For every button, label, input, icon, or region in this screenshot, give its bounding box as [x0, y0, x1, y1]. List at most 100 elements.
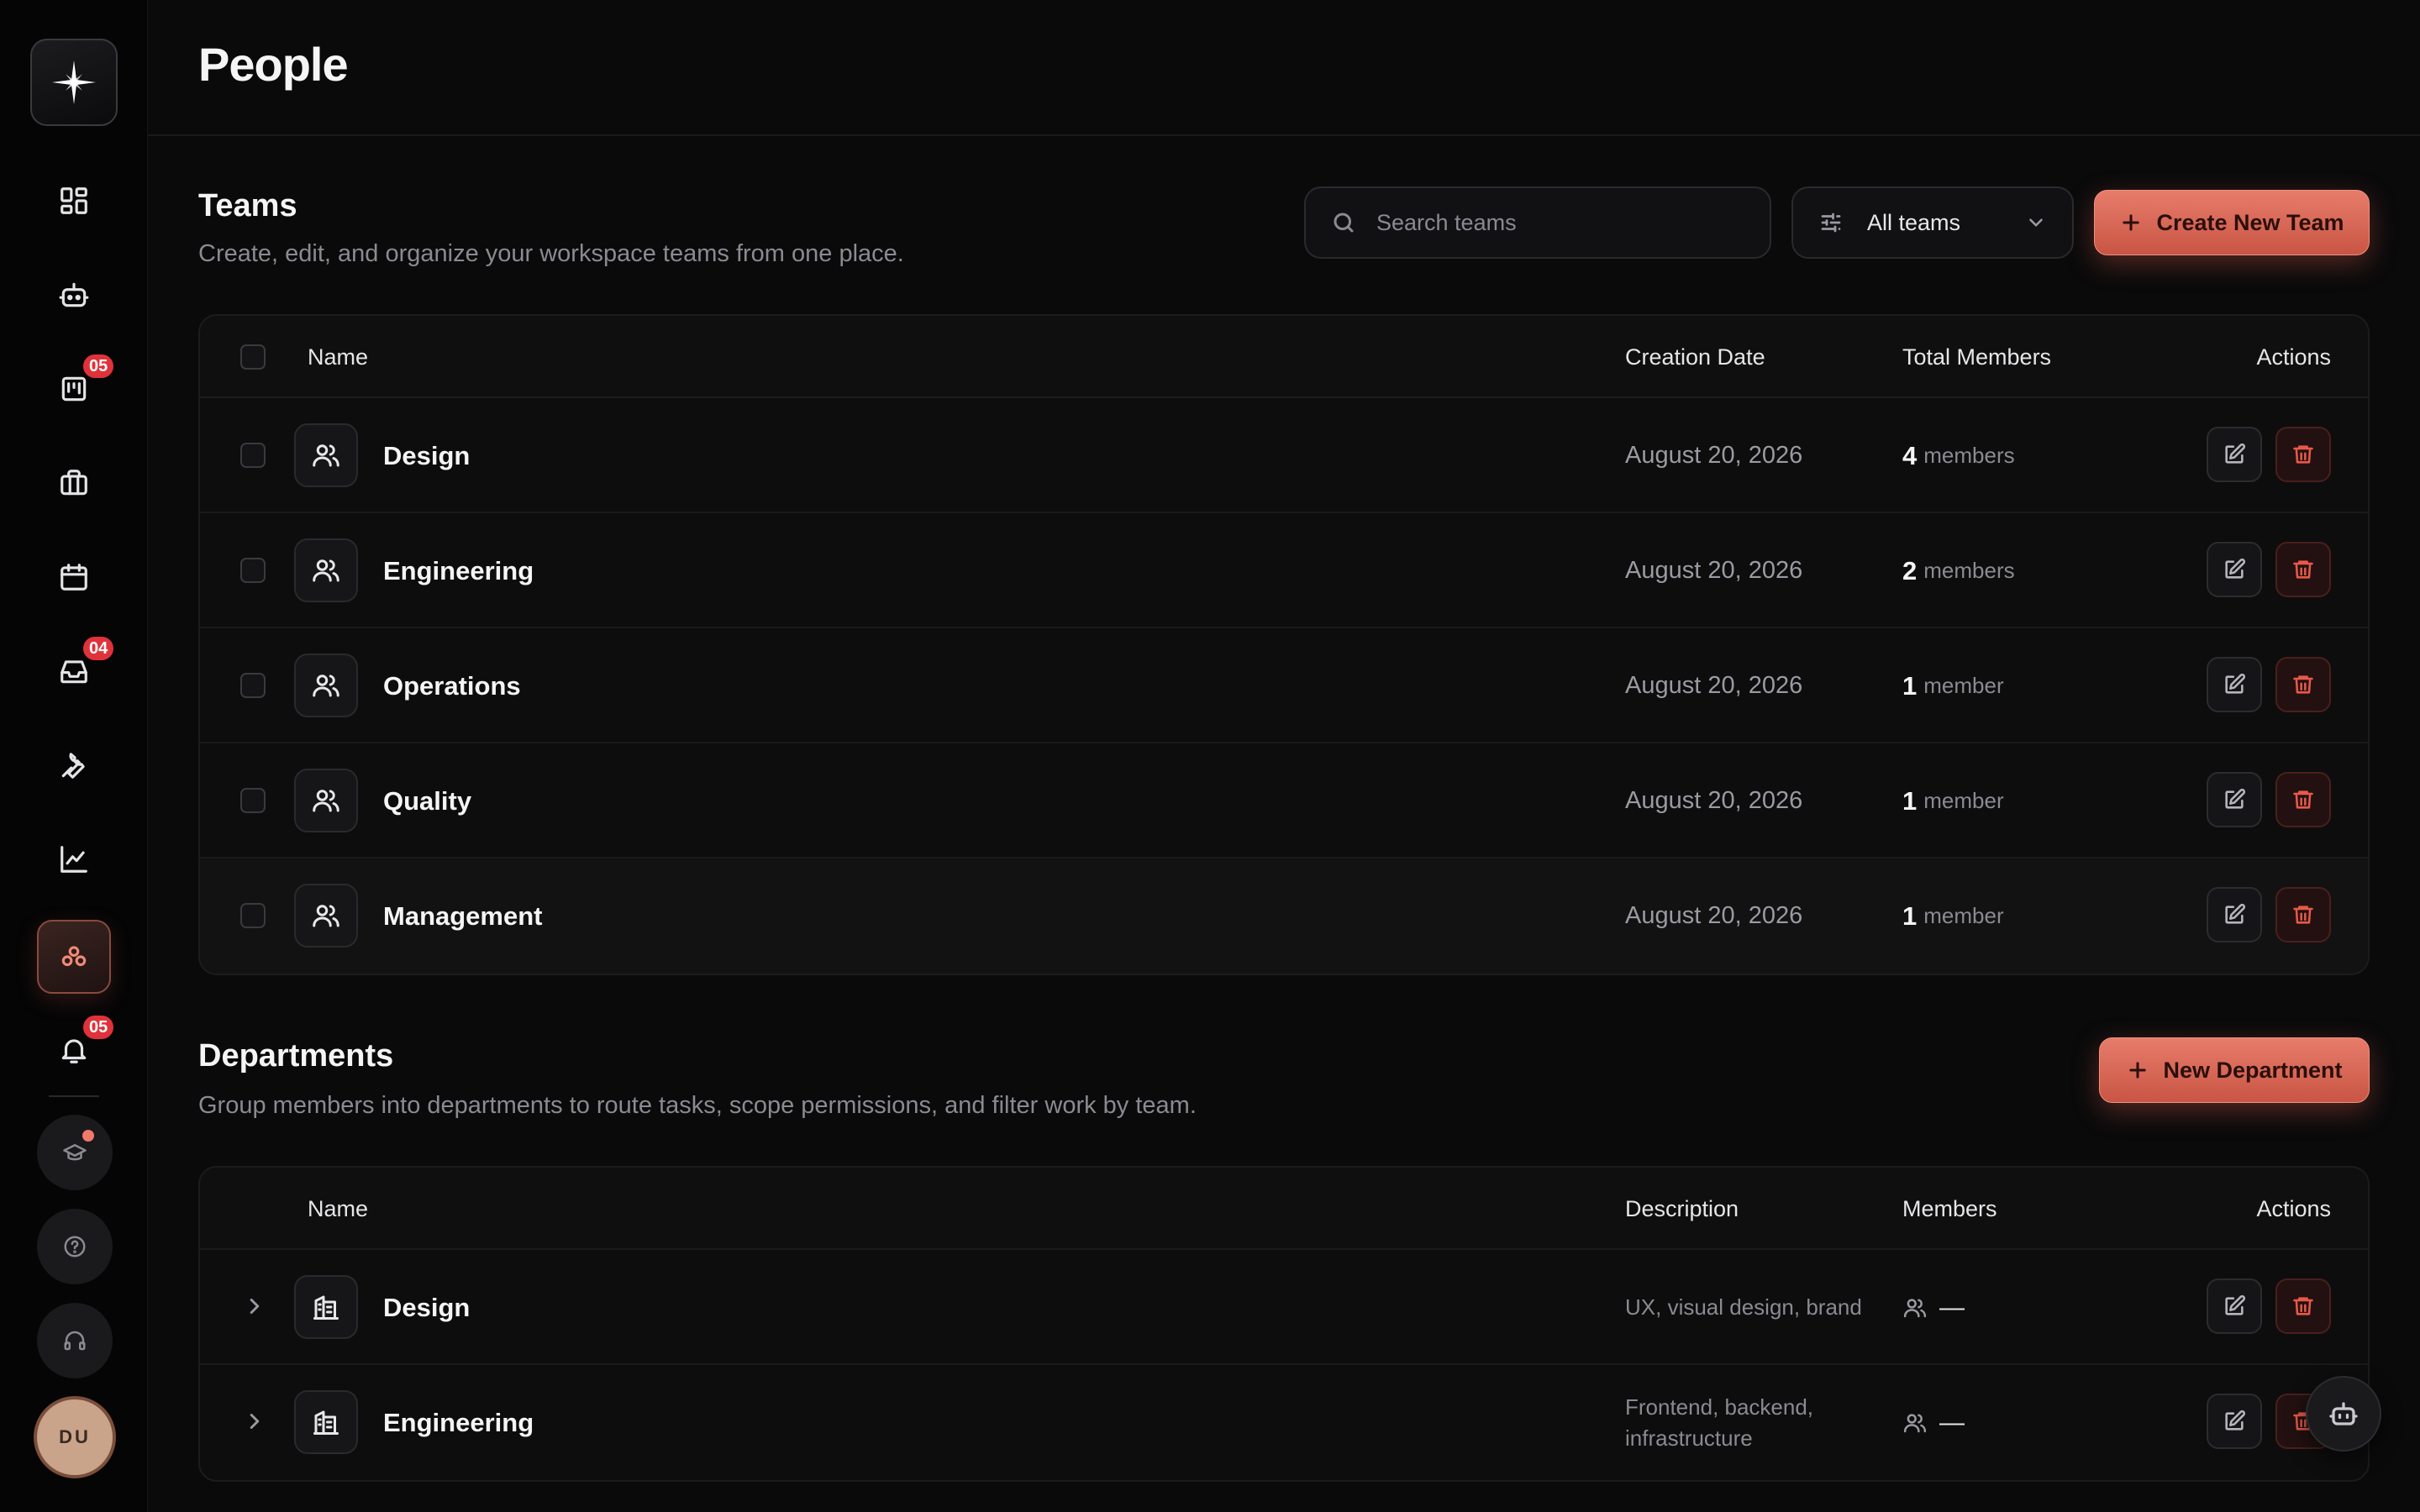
edit-button[interactable]: [2207, 1278, 2262, 1334]
creation-date: August 20, 2026: [1625, 442, 1803, 469]
departments-rows: Design UX, visual design, brand — Engineeri…: [200, 1250, 2368, 1480]
team-filter-select[interactable]: All teams: [1791, 186, 2074, 259]
sidebar-divider: [49, 1095, 99, 1097]
board-icon: [61, 376, 87, 402]
expand-toggle[interactable]: [242, 1294, 267, 1319]
members-icon: [1903, 1413, 1927, 1432]
department-members: —: [1902, 1250, 1965, 1365]
wrench-icon: [61, 753, 85, 779]
delete-button[interactable]: [2275, 772, 2331, 827]
team-name[interactable]: Operations: [383, 628, 521, 743]
sidebar-item-tools[interactable]: [37, 728, 111, 802]
member-count: 1 member: [1902, 743, 2004, 858]
sidebar-item-calendar[interactable]: [37, 540, 111, 614]
column-actions: Actions: [2256, 1195, 2331, 1221]
chart-icon: [60, 846, 87, 873]
sidebar-item-inbox[interactable]: 04: [37, 634, 117, 708]
team-name[interactable]: Design: [383, 398, 470, 513]
team-avatar: [294, 423, 358, 487]
users-icon: [313, 444, 339, 467]
row-checkbox[interactable]: [240, 903, 266, 928]
create-team-button[interactable]: Create New Team: [2094, 190, 2370, 255]
assistant-fab[interactable]: [2306, 1376, 2381, 1452]
edit-icon: [2225, 1410, 2246, 1431]
search-placeholder: Search teams: [1376, 209, 1517, 235]
new-department-button[interactable]: New Department: [2099, 1037, 2370, 1103]
member-count-number: 2: [1902, 555, 1918, 585]
sidebar-item-dashboard[interactable]: [37, 164, 111, 238]
department-name[interactable]: Engineering: [383, 1365, 534, 1480]
app-logo[interactable]: [30, 39, 118, 126]
sidebar-item-people[interactable]: [37, 920, 111, 994]
edit-button[interactable]: [2207, 887, 2262, 942]
team-avatar: [294, 884, 358, 948]
member-count: 1 member: [1902, 858, 2004, 974]
sidebar-item-board[interactable]: 05: [37, 352, 117, 426]
member-count-number: 4: [1902, 440, 1918, 470]
dashboard-icon: [60, 187, 87, 214]
new-department-label: New Department: [2163, 1057, 2343, 1083]
column-members: Members: [1902, 1195, 1997, 1221]
delete-button[interactable]: [2275, 657, 2331, 712]
column-actions: Actions: [2256, 344, 2331, 370]
team-name[interactable]: Quality: [383, 743, 471, 858]
delete-button[interactable]: [2275, 1278, 2331, 1334]
column-creation-date[interactable]: Creation Date: [1625, 316, 1765, 398]
row-checkbox[interactable]: [240, 558, 266, 583]
team-name[interactable]: Engineering: [383, 513, 534, 628]
column-total-members[interactable]: Total Members: [1902, 316, 2051, 398]
edit-button[interactable]: [2207, 1394, 2262, 1449]
expand-toggle[interactable]: [242, 1409, 267, 1434]
select-all-checkbox[interactable]: [240, 344, 266, 370]
teams-title: Teams: [198, 188, 297, 223]
user-avatar[interactable]: DU: [34, 1396, 116, 1478]
column-name[interactable]: Name: [308, 1168, 368, 1250]
trash-icon: [2293, 906, 2313, 924]
table-row[interactable]: Design UX, visual design, brand —: [200, 1250, 2368, 1365]
table-row[interactable]: Engineering August 20, 2026 2 members: [200, 513, 2368, 628]
edit-button[interactable]: [2207, 542, 2262, 597]
department-name[interactable]: Design: [383, 1250, 470, 1365]
row-checkbox[interactable]: [240, 788, 266, 813]
department-member-value: —: [1939, 1293, 1965, 1321]
teams-subtitle: Create, edit, and organize your workspac…: [198, 240, 904, 267]
sidebar-item-projects[interactable]: [37, 446, 111, 520]
table-row[interactable]: Design August 20, 2026 4 members: [200, 398, 2368, 513]
notification-badge: 04: [81, 634, 117, 663]
table-row[interactable]: Engineering Frontend, backend, infrastruc…: [200, 1365, 2368, 1480]
team-name[interactable]: Management: [383, 858, 542, 974]
building-icon: [313, 1295, 339, 1320]
users-icon: [313, 559, 339, 582]
table-header: Name Creation Date Total Members Actions: [200, 316, 2368, 398]
table-row[interactable]: Quality August 20, 2026 1 member: [200, 743, 2368, 858]
trash-icon: [2293, 790, 2313, 809]
creation-date: August 20, 2026: [1625, 902, 1803, 929]
edit-button[interactable]: [2207, 657, 2262, 712]
column-name[interactable]: Name: [308, 316, 368, 398]
table-row[interactable]: Operations August 20, 2026 1 member: [200, 628, 2368, 743]
row-checkbox[interactable]: [240, 673, 266, 698]
sidebar-item-agents[interactable]: [37, 258, 111, 332]
help-button[interactable]: [37, 1209, 113, 1284]
headset-icon: [64, 1331, 86, 1351]
unread-dot: [82, 1130, 94, 1142]
learning-button[interactable]: [37, 1115, 113, 1190]
delete-button[interactable]: [2275, 887, 2331, 942]
plus-icon: [2129, 1062, 2147, 1079]
delete-button[interactable]: [2275, 427, 2331, 482]
edit-button[interactable]: [2207, 427, 2262, 482]
member-count-number: 1: [1902, 900, 1918, 931]
page-title: People: [198, 38, 349, 91]
member-count: 2 members: [1902, 513, 2015, 628]
table-row[interactable]: Management August 20, 2026 1 member: [200, 858, 2368, 974]
team-avatar: [294, 538, 358, 602]
search-input[interactable]: Search teams: [1304, 186, 1771, 259]
support-button[interactable]: [37, 1303, 113, 1378]
sidebar-item-analytics[interactable]: [37, 822, 111, 896]
row-checkbox[interactable]: [240, 443, 266, 468]
column-description: Description: [1625, 1195, 1739, 1221]
users-icon: [313, 790, 339, 812]
edit-button[interactable]: [2207, 772, 2262, 827]
delete-button[interactable]: [2275, 542, 2331, 597]
sidebar-item-notifications[interactable]: 05: [37, 1013, 117, 1087]
